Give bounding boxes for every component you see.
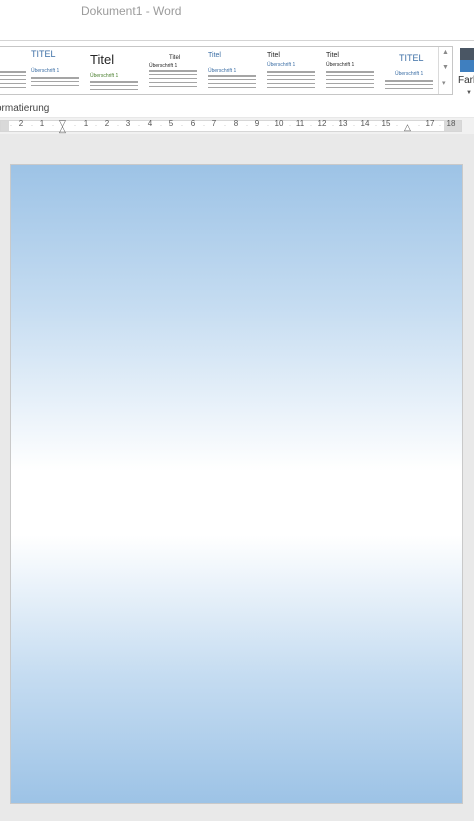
ruler-number: 2 <box>104 119 110 128</box>
chevron-up-icon[interactable]: ▲ <box>442 49 449 56</box>
style-tile-5[interactable]: Titel Überschrift 1 <box>261 47 319 94</box>
ruler-tick: · <box>117 123 119 129</box>
ruler-tick: · <box>10 123 12 129</box>
ruler-number: 9 <box>254 119 260 128</box>
ribbon: TITEL Überschrift 1 Titel Überschrift 1 … <box>0 40 474 117</box>
ruler-number: 14 <box>360 119 370 128</box>
ruler-tick: · <box>138 123 140 129</box>
ruler-tick: · <box>310 123 312 129</box>
gallery-scroll: ▲ ▼ ▾ <box>438 47 453 94</box>
ruler-tick: · <box>375 123 377 129</box>
ruler-number: 1 <box>83 119 89 128</box>
style-heading: Überschrift 1 <box>326 62 355 68</box>
style-heading: Überschrift 1 <box>90 73 119 79</box>
color-swatch-dark <box>460 48 474 60</box>
style-title: Titel <box>169 55 181 61</box>
horizontal-ruler[interactable]: 2 1 1 2 3 4 5 6 7 8 9 10 11 12 13 14 15 … <box>0 118 474 134</box>
ruler-number: 17 <box>425 119 435 128</box>
ruler-tick: · <box>267 123 269 129</box>
ruler-number: 1 <box>39 119 45 128</box>
ruler-tick: · <box>246 123 248 129</box>
ruler-tick: · <box>74 123 76 129</box>
ruler-margin-left <box>1 121 9 131</box>
style-tile-7[interactable]: TITEL Überschrift 1 <box>379 47 437 94</box>
style-title: Titel <box>208 52 221 59</box>
ruler-number: 3 <box>125 119 131 128</box>
right-indent-marker[interactable]: △ <box>404 122 411 133</box>
ruler-strip <box>0 120 462 132</box>
style-heading: Überschrift 1 <box>31 68 60 74</box>
document-workspace <box>0 134 474 821</box>
style-heading: Überschrift 1 <box>395 71 424 77</box>
style-title: Titel <box>90 52 115 67</box>
style-title: TITEL <box>31 49 56 59</box>
ruler-tick: · <box>203 123 205 129</box>
style-tile-2[interactable]: Titel Überschrift 1 <box>84 47 142 94</box>
ruler-number: 7 <box>211 119 217 128</box>
ruler-number: 12 <box>317 119 327 128</box>
ruler-number: 6 <box>190 119 196 128</box>
ruler-tick: · <box>289 123 291 129</box>
style-heading: Überschrift 1 <box>149 63 178 69</box>
ruler-tick: · <box>353 123 355 129</box>
ruler-tick: · <box>396 123 398 129</box>
chevron-down-icon[interactable]: ▼ <box>442 64 449 71</box>
ruler-tick: · <box>439 123 441 129</box>
style-gallery: TITEL Überschrift 1 Titel Überschrift 1 … <box>0 46 453 95</box>
ruler-tick: · <box>224 123 226 129</box>
ruler-number: 10 <box>274 119 284 128</box>
ruler-number: 15 <box>381 119 391 128</box>
style-title: Titel <box>326 52 339 59</box>
ruler-number: 8 <box>233 119 239 128</box>
ruler-tick: · <box>181 123 183 129</box>
ruler-tick: · <box>52 123 54 129</box>
document-page[interactable] <box>10 164 463 804</box>
colors-label: Farb <box>458 75 474 86</box>
style-tile-4[interactable]: Titel Überschrift 1 <box>202 47 260 94</box>
style-tile-1[interactable]: TITEL Überschrift 1 <box>25 47 83 94</box>
style-tile-partial[interactable] <box>0 47 28 94</box>
style-tile-3[interactable]: Titel Überschrift 1 <box>143 47 201 94</box>
group-label: ormatierung <box>0 103 50 114</box>
expand-gallery-icon[interactable]: ▾ <box>442 79 446 87</box>
title-bar: Dokument1 - Word <box>0 0 474 40</box>
ruler-number: 11 <box>295 119 305 128</box>
ruler-tick: · <box>160 123 162 129</box>
ruler-number: 4 <box>147 119 153 128</box>
ruler-number: 13 <box>338 119 348 128</box>
style-heading: Überschrift 1 <box>208 68 237 74</box>
ruler-tick: · <box>31 123 33 129</box>
design-colors-panel[interactable]: Farb ▼ <box>458 46 474 106</box>
ruler-number: 18 <box>446 119 456 128</box>
color-swatch-blue <box>460 60 474 72</box>
chevron-down-icon[interactable]: ▼ <box>466 90 472 96</box>
ruler-number: 5 <box>168 119 174 128</box>
style-heading: Überschrift 1 <box>267 62 296 68</box>
ruler-tick: · <box>95 123 97 129</box>
ruler-number: 2 <box>18 119 24 128</box>
style-title: TITEL <box>399 53 424 63</box>
ruler-tick: · <box>332 123 334 129</box>
ruler-tick: · <box>418 123 420 129</box>
window-title: Dokument1 - Word <box>81 4 182 18</box>
style-title: Titel <box>267 52 280 59</box>
style-tile-6[interactable]: Titel Überschrift 1 <box>320 47 378 94</box>
